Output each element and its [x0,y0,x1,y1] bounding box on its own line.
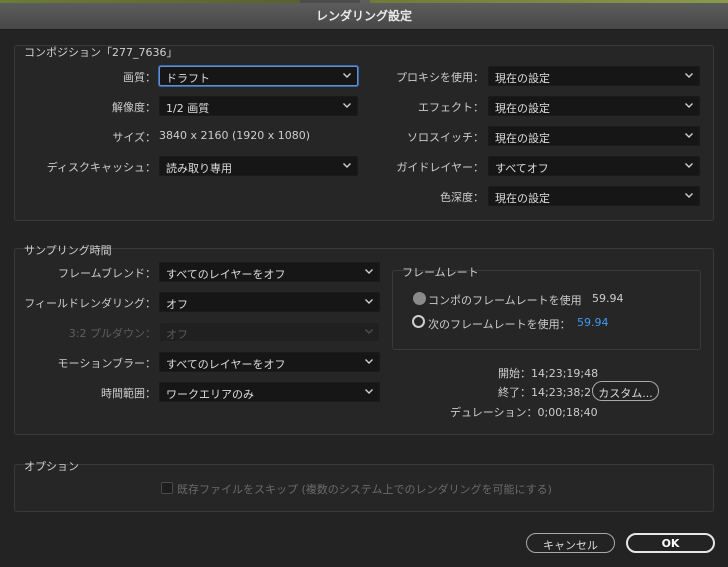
solo-switch-value: 現在の設定 [495,132,550,145]
motion-blur-dropdown[interactable]: すべてのレイヤーをオフ [159,352,380,372]
chevron-down-icon [684,190,694,200]
disk-cache-dropdown[interactable]: 読み取り専用 [159,156,358,176]
chevron-down-icon [364,296,374,306]
chevron-down-icon [364,386,374,396]
duration: デュレーション：0;00;18;40 [450,406,598,419]
cancel-button[interactable]: キャンセル [526,533,615,553]
skip-existing-checkbox[interactable] [161,482,173,494]
frame-blend-dropdown[interactable]: すべてのレイヤーをオフ [159,262,380,282]
custom-button[interactable]: カスタム... [592,381,659,401]
comp-frame-rate-value: 59.94 [592,292,624,305]
title-bar: レンダリング設定 [0,0,728,30]
frame-blend-label: フレームブレンド： [57,267,156,280]
time-span-value: ワークエリアのみ [166,388,254,401]
time-span-label: 時間範囲： [101,387,156,400]
motion-blur-label: モーションブラー： [57,357,156,370]
frame-blend-value: すべてのレイヤーをオフ [166,268,286,281]
chevron-down-icon [342,160,352,170]
quality-dropdown[interactable]: ドラフト [159,66,358,86]
color-depth-value: 現在の設定 [495,192,550,205]
disk-cache-label: ディスクキャッシュ： [46,161,156,174]
window-title: レンダリング設定 [315,9,412,23]
frame-rate-input[interactable]: 59.94 [577,316,609,329]
background-bleed [370,0,728,3]
start-time: 開始：14;23;19;48 [498,367,599,380]
field-render-value: オフ [166,298,188,311]
proxy-dropdown[interactable]: 現在の設定 [488,66,700,86]
use-this-frame-rate-label: 次のフレームレートを使用： [428,318,571,331]
field-render-label: フィールドレンダリング： [24,297,156,310]
guide-layers-label: ガイドレイヤー： [396,161,484,174]
composition-legend: コンポジション「277_7636」 [24,46,178,59]
use-this-frame-rate-radio[interactable] [412,315,425,328]
options-legend: オプション [24,460,79,473]
effects-label: エフェクト： [418,101,484,114]
chevron-down-icon [342,70,352,80]
pulldown-label: 3:2 プルダウン： [68,327,156,340]
motion-blur-value: すべてのレイヤーをオフ [166,358,286,371]
chevron-down-icon [684,130,694,140]
guide-layers-value: すべてオフ [495,162,549,175]
end-time: 終了：14;23;38;27 [498,386,599,399]
chevron-down-icon [342,100,352,110]
size-label: サイズ： [112,131,156,144]
pulldown-value: オフ [166,328,188,341]
proxy-value: 現在の設定 [495,72,550,85]
chevron-down-icon [364,266,374,276]
effects-value: 現在の設定 [495,102,550,115]
chevron-down-icon [364,356,374,366]
resolution-label: 解像度： [112,101,156,114]
field-render-dropdown[interactable]: オフ [159,292,380,312]
resolution-dropdown[interactable]: 1/2 画質 [159,96,358,116]
color-depth-label: 色深度： [440,191,484,204]
sampling-legend: サンプリング時間 [24,244,112,257]
quality-label: 画質： [123,71,156,84]
resolution-value: 1/2 画質 [166,102,210,115]
pulldown-dropdown: オフ [159,322,380,342]
use-comp-frame-rate-label: コンポのフレームレートを使用 [428,294,582,307]
chevron-down-icon [684,100,694,110]
background-bleed [300,0,360,3]
chevron-down-icon [364,326,374,336]
background-bleed [0,0,300,3]
effects-dropdown[interactable]: 現在の設定 [488,96,700,116]
size-value: 3840 x 2160 (1920 x 1080) [159,129,311,142]
chevron-down-icon [684,70,694,80]
proxy-label: プロキシを使用： [396,71,484,84]
quality-value: ドラフト [166,72,210,85]
disk-cache-value: 読み取り専用 [166,162,232,175]
solo-switch-dropdown[interactable]: 現在の設定 [488,126,700,146]
chevron-down-icon [684,160,694,170]
time-span-dropdown[interactable]: ワークエリアのみ [159,382,380,402]
color-depth-dropdown[interactable]: 現在の設定 [488,186,700,206]
frame-rate-legend: フレームレート [402,266,479,279]
frame-rate-group [392,270,701,350]
skip-existing-label: 既存ファイルをスキップ (複数のシステム上でのレンダリングを可能にする) [177,483,552,496]
ok-button[interactable]: OK [626,533,715,553]
solo-switch-label: ソロスイッチ： [407,131,484,144]
guide-layers-dropdown[interactable]: すべてオフ [488,156,700,176]
use-comp-frame-rate-radio[interactable] [413,292,426,305]
